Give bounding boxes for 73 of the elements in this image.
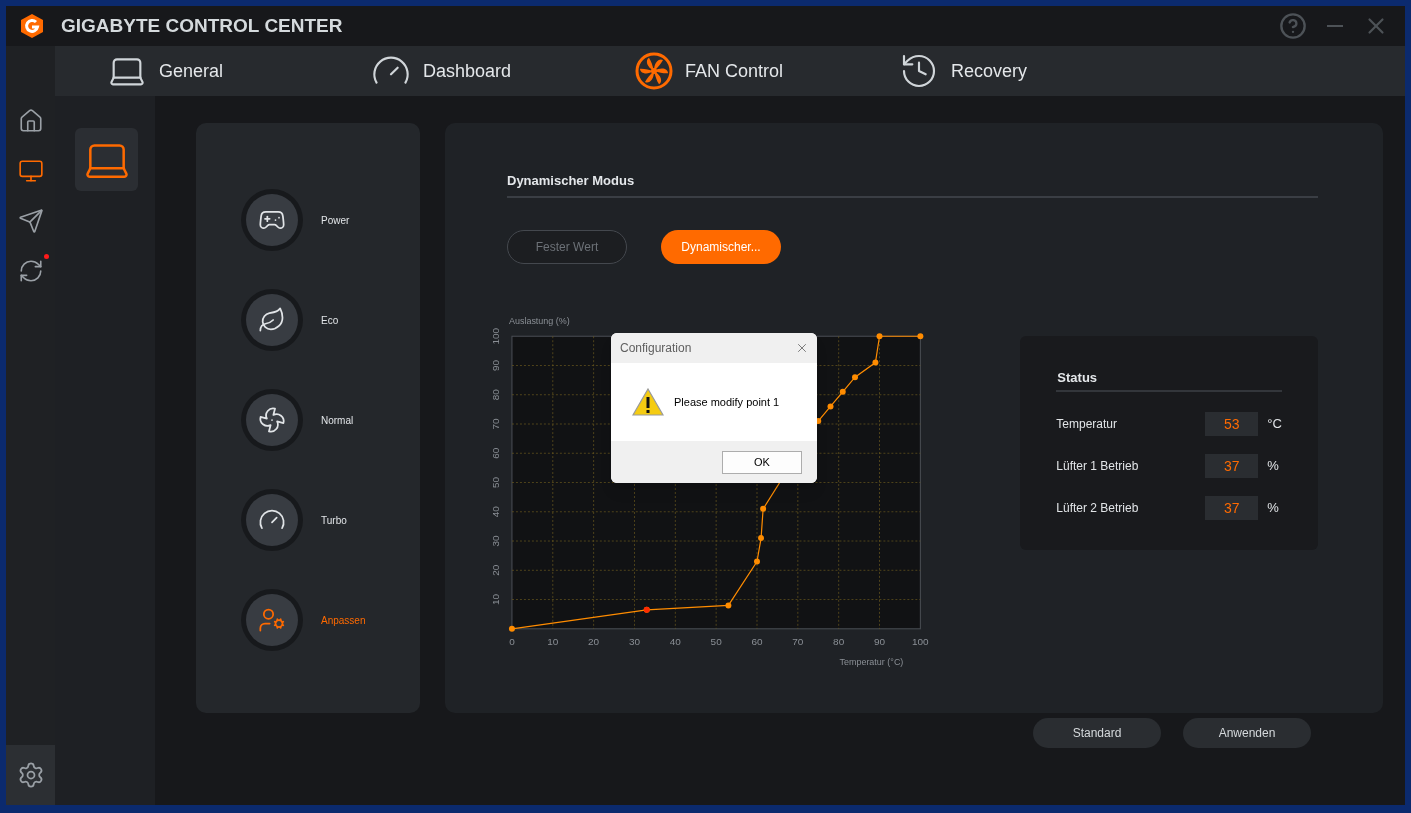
axis-tick-label: 90 — [873, 635, 886, 647]
status-unit: % — [1267, 457, 1279, 476]
mode-option[interactable]: Anpassen — [241, 589, 420, 651]
axis-tick-label: 100 — [912, 635, 929, 647]
status-value: 37 — [1205, 454, 1259, 478]
axis-tick-label: 80 — [489, 388, 501, 400]
nav-tab[interactable]: FAN Control — [583, 46, 847, 96]
curve-point[interactable] — [758, 534, 765, 541]
mode-option[interactable]: Eco — [241, 289, 420, 351]
axis-tick-label: 0 — [509, 635, 515, 647]
dialog-message: Please modify point 1 — [674, 394, 780, 410]
curve-point[interactable] — [876, 332, 883, 339]
nav-tab[interactable]: Dashboard — [319, 46, 583, 96]
axis-tick-label: 90 — [489, 359, 501, 371]
curve-point[interactable] — [917, 332, 924, 339]
axis-tick-label: 30 — [628, 635, 640, 647]
curve-point[interactable] — [725, 601, 732, 608]
axis-tick-label: 10 — [547, 635, 559, 647]
curve-point[interactable] — [760, 505, 767, 512]
mode-option[interactable]: Turbo — [241, 489, 420, 551]
status-value: 53 — [1205, 412, 1259, 436]
y-axis-label: Auslastung (%) — [508, 315, 570, 326]
status-label: Lüfter 1 Betrieb — [1056, 458, 1140, 475]
status-label: Temperatur — [1056, 416, 1119, 433]
status-value: 37 — [1205, 496, 1259, 520]
mode-option[interactable]: Normal — [241, 389, 420, 451]
axis-tick-label: 70 — [489, 417, 501, 430]
close-button[interactable] — [795, 341, 809, 355]
x-axis-label: Temperatur (°C) — [839, 656, 904, 667]
section-title: Dynamischer Modus — [507, 171, 1318, 198]
help-icon — [1279, 12, 1307, 40]
ok-button[interactable]: OK — [722, 450, 802, 474]
axis-tick-label: 80 — [833, 635, 845, 647]
axis-tick-label: 60 — [489, 447, 501, 459]
curve-point[interactable] — [852, 373, 858, 380]
axis-tick-label: 20 — [588, 635, 600, 647]
monitor-icon — [17, 158, 44, 184]
status-title: Status — [1056, 367, 1282, 392]
curve-point[interactable] — [839, 388, 846, 395]
curve-point[interactable] — [872, 359, 879, 366]
axis-tick-label: 70 — [792, 635, 804, 647]
close-icon — [795, 341, 809, 355]
axis-tick-label: 30 — [489, 535, 501, 547]
curve-point[interactable] — [754, 558, 760, 564]
axis-tick-label: 20 — [489, 564, 501, 576]
axis-tick-label: 40 — [489, 505, 501, 517]
sync-icon — [17, 258, 44, 284]
logo-icon — [20, 13, 44, 39]
status-label: Lüfter 2 Betrieb — [1056, 500, 1140, 517]
minimize-icon — [1327, 25, 1343, 27]
axis-tick-label: 50 — [710, 635, 722, 647]
axis-tick-label: 60 — [751, 635, 763, 647]
axis-tick-label: 40 — [669, 635, 681, 647]
axis-tick-label: 10 — [489, 593, 501, 605]
window-title: GIGABYTE CONTROL CENTER — [61, 13, 343, 38]
status-unit: % — [1267, 499, 1279, 518]
nav-tab[interactable]: Recovery — [847, 46, 1111, 96]
warning-icon — [632, 388, 664, 416]
status-unit: °C — [1267, 415, 1282, 434]
axis-tick-label: 100 — [489, 327, 501, 345]
send-icon — [17, 208, 44, 234]
action-button[interactable]: Anwenden — [1183, 718, 1311, 748]
axis-tick-label: 50 — [489, 476, 501, 488]
laptop-tile[interactable] — [75, 128, 138, 191]
curve-point[interactable] — [827, 402, 834, 409]
settings-button[interactable] — [6, 745, 55, 805]
dialog-title: Configuration — [620, 340, 692, 357]
action-button[interactable]: Standard — [1033, 718, 1161, 748]
nav-tab[interactable]: General — [55, 46, 319, 96]
fan-icon — [635, 52, 673, 90]
curve-point[interactable] — [508, 625, 515, 632]
home-icon — [17, 108, 44, 134]
mode-option[interactable]: Power — [241, 189, 420, 251]
